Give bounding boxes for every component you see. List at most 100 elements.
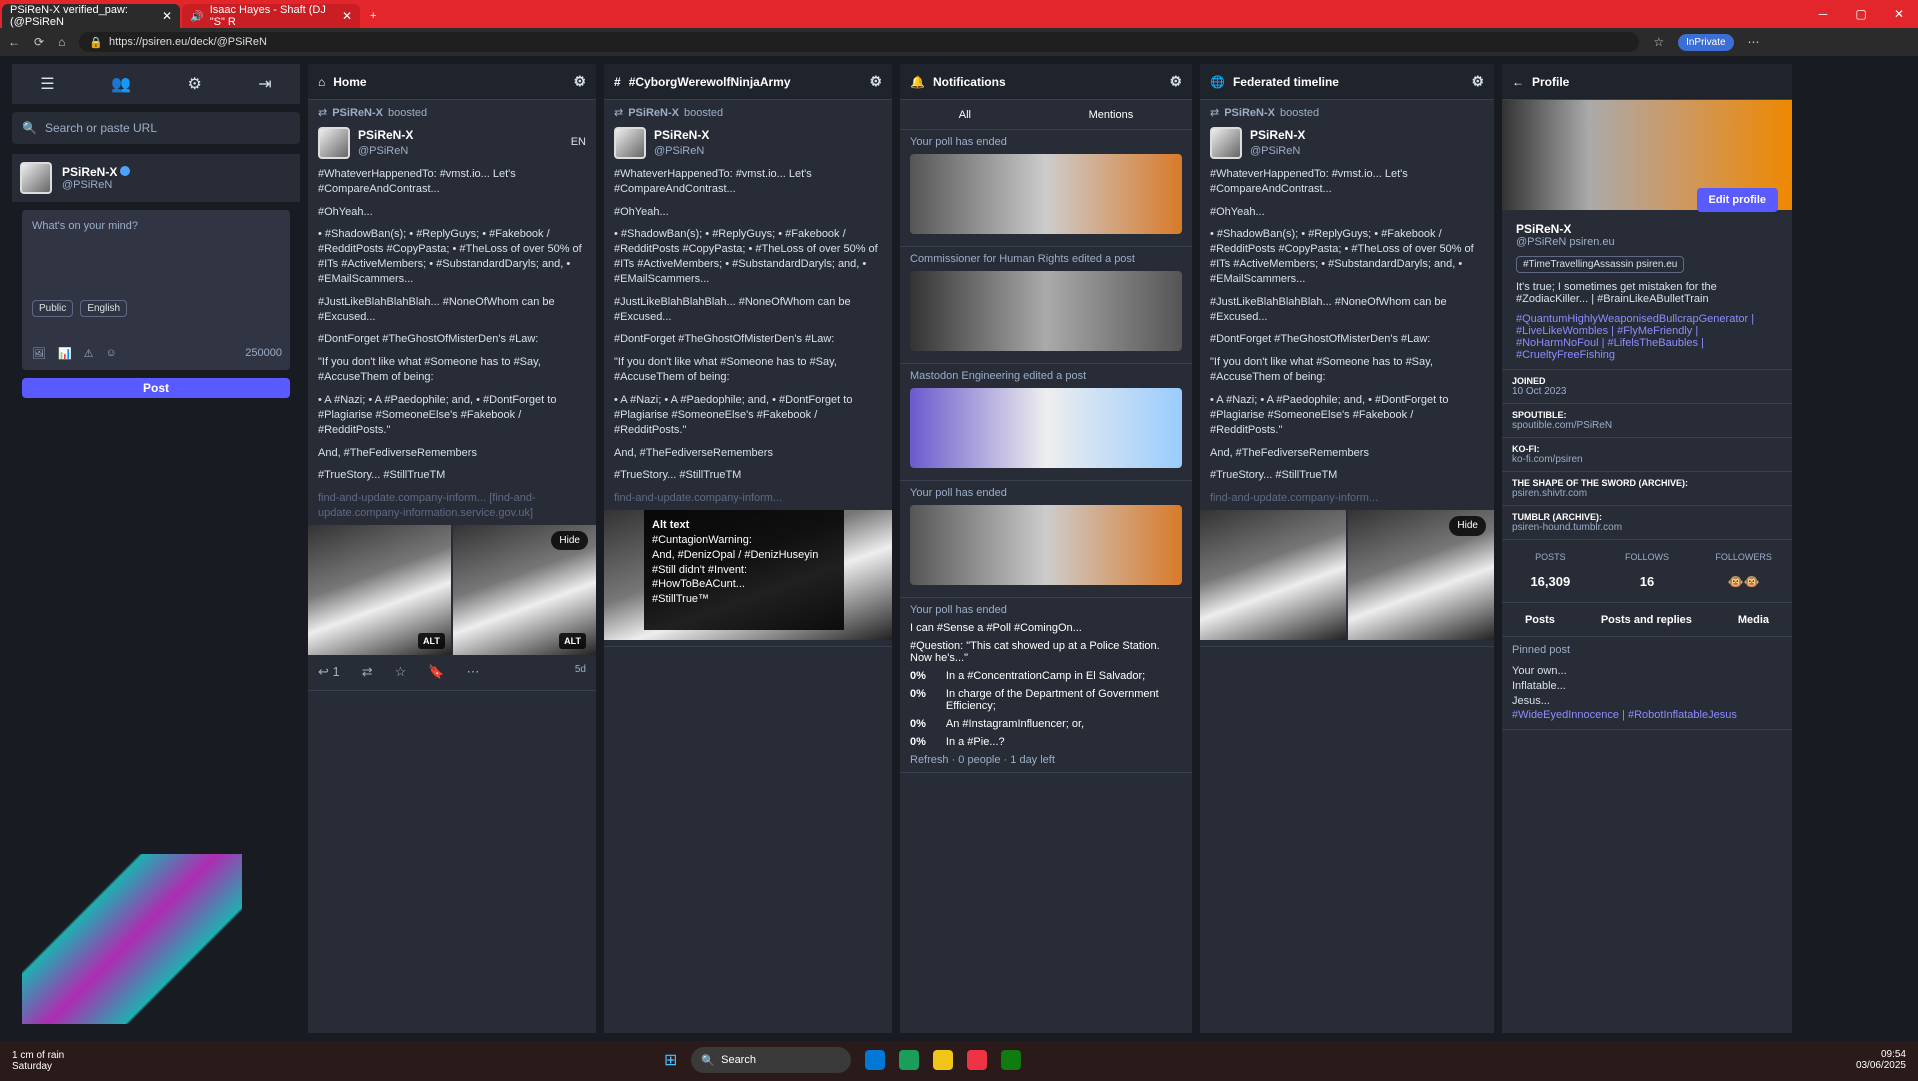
account-name: PSiReN-X	[62, 165, 131, 179]
alt-badge[interactable]: ALT	[418, 632, 445, 649]
link-preview[interactable]: find-and-update.company-inform...	[614, 491, 882, 506]
edge-icon[interactable]	[899, 1050, 920, 1070]
file-explorer-icon[interactable]	[933, 1050, 954, 1070]
timestamp[interactable]: 5d	[575, 663, 586, 681]
tab-mentions[interactable]: Mentions	[1089, 109, 1134, 121]
taskbar-search[interactable]: 🔍 Search	[691, 1047, 852, 1073]
minimize-icon[interactable]: ─	[1804, 0, 1842, 28]
status[interactable]: ⇄ PSiReN-X boosted PSiReN-X @PSiReN EN #What…	[308, 100, 596, 692]
column-header[interactable]: ⌂ Home ⚙	[308, 64, 596, 100]
gear-icon[interactable]: ⚙	[573, 73, 586, 90]
followers-count[interactable]: FOLLOWERS 🐵🐵	[1695, 540, 1792, 602]
back-icon[interactable]: ←	[1512, 75, 1524, 89]
inprivate-badge[interactable]: InPrivate	[1678, 33, 1734, 51]
bookmark-icon[interactable]: 🔖	[428, 663, 444, 681]
tab-all[interactable]: All	[959, 109, 971, 121]
logout-icon[interactable]: ⇥	[258, 74, 271, 94]
close-icon[interactable]: ✕	[162, 9, 172, 23]
tab-psiren[interactable]: PSiReN-X verified_paw: (@PSiReN ✕	[2, 4, 180, 28]
follows-count[interactable]: FOLLOWS 16	[1599, 540, 1696, 602]
gear-icon[interactable]: ⚙	[869, 73, 882, 90]
home-icon[interactable]: ⌂	[58, 35, 65, 49]
notification[interactable]: Your poll has ended I can #Sense a #Poll…	[900, 598, 1192, 773]
weather-widget[interactable]: 1 cm of rain Saturday	[12, 1050, 64, 1072]
edit-profile-button[interactable]: Edit profile	[1696, 188, 1778, 212]
url-field[interactable]: 🔒 https://psiren.eu/deck/@PSiReN	[79, 32, 1640, 52]
column-notifications: 🔔 Notifications ⚙ All Mentions Your poll ha…	[900, 64, 1192, 1033]
visibility-button[interactable]: Public	[32, 300, 74, 317]
hide-button[interactable]: Hide	[551, 530, 588, 551]
avatar[interactable]	[614, 126, 646, 159]
tab-posts-replies[interactable]: Posts and replies	[1601, 614, 1692, 626]
image-icon[interactable]: 🖼	[32, 347, 46, 360]
status[interactable]: ⇄ PSiReN-X boosted PSiReN-X @PSiReN #Whatev…	[604, 100, 892, 648]
star-icon[interactable]: ☆	[1653, 35, 1664, 49]
emoji-icon[interactable]: ☺	[106, 347, 117, 360]
column-title: #CyborgWerewolfNinjaArmy	[628, 74, 791, 89]
featured-tag[interactable]: #TimeTravellingAssassin psiren.eu	[1516, 256, 1685, 273]
profile-handle: @PSiReN	[1516, 236, 1567, 248]
people-icon[interactable]: 👥	[111, 74, 131, 94]
gear-icon[interactable]: ⚙	[1471, 73, 1484, 90]
alt-text-popup: Alt text #CuntagionWarning: And, #DenizOpa…	[644, 510, 844, 631]
notification[interactable]: Commissioner for Human Rights edited a p…	[900, 247, 1192, 364]
clock[interactable]: 09:54 03/06/2025	[1856, 1049, 1906, 1071]
column-header[interactable]: 🔔 Notifications ⚙	[900, 64, 1192, 100]
media-gallery[interactable]: Hide ALT ALT	[308, 524, 596, 655]
tab-label: PSiReN-X verified_paw: (@PSiReN	[10, 4, 128, 28]
media-gallery[interactable]: Alt text #CuntagionWarning: And, #DenizOpa…	[604, 510, 892, 641]
status-author[interactable]: PSiReN-X @PSiReN EN	[318, 126, 586, 159]
search-input[interactable]: 🔍 Search or paste URL	[12, 112, 300, 144]
back-icon[interactable]: ←	[8, 35, 20, 49]
warning-icon[interactable]: ⚠	[84, 347, 94, 360]
hamburger-icon[interactable]: ☰	[40, 74, 54, 94]
windows-start-icon[interactable]: ⊞	[664, 1050, 677, 1070]
column-header[interactable]: ← Profile	[1502, 64, 1792, 100]
gear-icon[interactable]: ⚙	[1169, 73, 1182, 90]
pinned-status[interactable]: Pinned post Your own... Inflatable... Jesu…	[1502, 637, 1792, 731]
boost-line: ⇄ PSiReN-X boosted	[614, 107, 724, 119]
posts-count[interactable]: POSTS 16,309	[1502, 540, 1599, 602]
column-title: Notifications	[932, 74, 1006, 89]
close-window-icon[interactable]: ✕	[1880, 0, 1918, 28]
language-button[interactable]: English	[80, 300, 128, 317]
tab-isaac-hayes[interactable]: 🔊 Isaac Hayes - Shaft (DJ "S" R ✕	[182, 4, 360, 28]
status-author[interactable]: PSiReN-X @PSiReN	[1210, 126, 1484, 159]
notification[interactable]: Mastodon Engineering edited a post	[900, 364, 1192, 481]
column-header[interactable]: # #CyborgWerewolfNinjaArmy ⚙	[604, 64, 892, 100]
avatar[interactable]	[1210, 126, 1242, 159]
more-icon[interactable]: ⋯	[467, 663, 480, 681]
menu-icon[interactable]: ⋯	[1748, 35, 1760, 49]
close-icon[interactable]: ✕	[342, 9, 352, 23]
notification[interactable]: Your poll has ended	[900, 130, 1192, 247]
settings-icon[interactable]: ⚙	[187, 74, 201, 94]
poll-footer[interactable]: Refresh · 0 people · 1 day left	[910, 754, 1182, 766]
new-tab-button[interactable]: +	[362, 4, 384, 28]
favourite-icon[interactable]: ☆	[395, 663, 407, 681]
refresh-icon[interactable]: ⟳	[34, 35, 44, 49]
xbox-icon[interactable]	[1001, 1050, 1022, 1070]
outlook-icon[interactable]	[865, 1050, 886, 1070]
status-actions: ↩ 1 ⇄ ☆ 🔖 ⋯ 5d	[318, 655, 586, 685]
notification[interactable]: Your poll has ended	[900, 481, 1192, 598]
compose-textarea[interactable]: What's on your mind? Public English 🖼 📊 ⚠ ☺…	[22, 210, 290, 370]
link-preview[interactable]: find-and-update.company-inform...	[1210, 491, 1484, 506]
app-icon[interactable]	[967, 1050, 988, 1070]
status[interactable]: ⇄ PSiReN-X boosted PSiReN-X @PSiReN #Whatev…	[1200, 100, 1494, 648]
tab-media[interactable]: Media	[1738, 614, 1769, 626]
status-author[interactable]: PSiReN-X @PSiReN	[614, 126, 882, 159]
tab-posts[interactable]: Posts	[1525, 614, 1555, 626]
media-gallery[interactable]: Hide	[1200, 510, 1494, 641]
poll-icon[interactable]: 📊	[58, 347, 72, 360]
reply-icon[interactable]: ↩ 1	[318, 663, 340, 681]
column-header[interactable]: 🌐 Federated timeline ⚙	[1200, 64, 1494, 100]
avatar[interactable]	[20, 162, 52, 194]
profile-bio-tags[interactable]: #QuantumHighlyWeaponisedBullcrapGenerato…	[1516, 313, 1778, 361]
alt-badge[interactable]: ALT	[559, 632, 586, 649]
boost-icon[interactable]: ⇄	[362, 663, 373, 681]
link-preview[interactable]: find-and-update.company-inform... [find-…	[318, 491, 586, 521]
post-button[interactable]: Post	[22, 378, 290, 398]
avatar[interactable]	[318, 126, 350, 159]
maximize-icon[interactable]: ▢	[1842, 0, 1880, 28]
hide-button[interactable]: Hide	[1449, 516, 1486, 536]
